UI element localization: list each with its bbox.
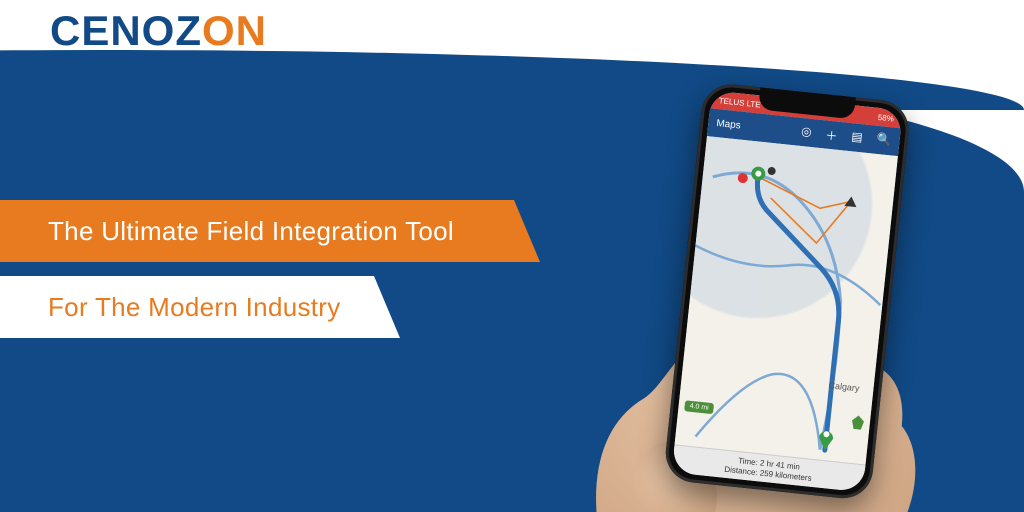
stack-icon[interactable]: ▤ — [850, 129, 863, 147]
map-svg — [675, 136, 898, 464]
headline-secondary-text: For The Modern Industry — [48, 292, 341, 323]
promo-banner: CENOZON Field Integration & Navigation D… — [0, 0, 1024, 512]
target-icon[interactable]: ◎ — [800, 123, 812, 141]
headline-primary: The Ultimate Field Integration Tool — [0, 200, 540, 262]
brand-wordmark: CENOZON — [50, 10, 268, 52]
nav-back-label[interactable]: Maps — [716, 118, 741, 131]
status-carrier: TELUS LTE — [718, 96, 761, 109]
status-battery: 58% — [877, 112, 894, 123]
map-view[interactable]: 4.0 mi Calgary — [675, 136, 898, 464]
headline-secondary: For The Modern Industry — [0, 276, 400, 338]
brand-name-part2: ON — [202, 7, 267, 54]
hand-holding-phone: TELUS LTE 3:59 PM 58% Maps ◎ ＋ ▤ 🔍 — [540, 41, 1008, 512]
headline-primary-text: The Ultimate Field Integration Tool — [48, 216, 454, 247]
phone-device: TELUS LTE 3:59 PM 58% Maps ◎ ＋ ▤ 🔍 — [663, 82, 912, 502]
trip-distance-value: 259 kilometers — [759, 468, 812, 482]
search-icon[interactable]: 🔍 — [876, 131, 893, 149]
phone-screen: TELUS LTE 3:59 PM 58% Maps ◎ ＋ ▤ 🔍 — [672, 90, 903, 492]
brand-name-part1: CENOZ — [50, 7, 202, 54]
plus-icon[interactable]: ＋ — [825, 126, 839, 144]
